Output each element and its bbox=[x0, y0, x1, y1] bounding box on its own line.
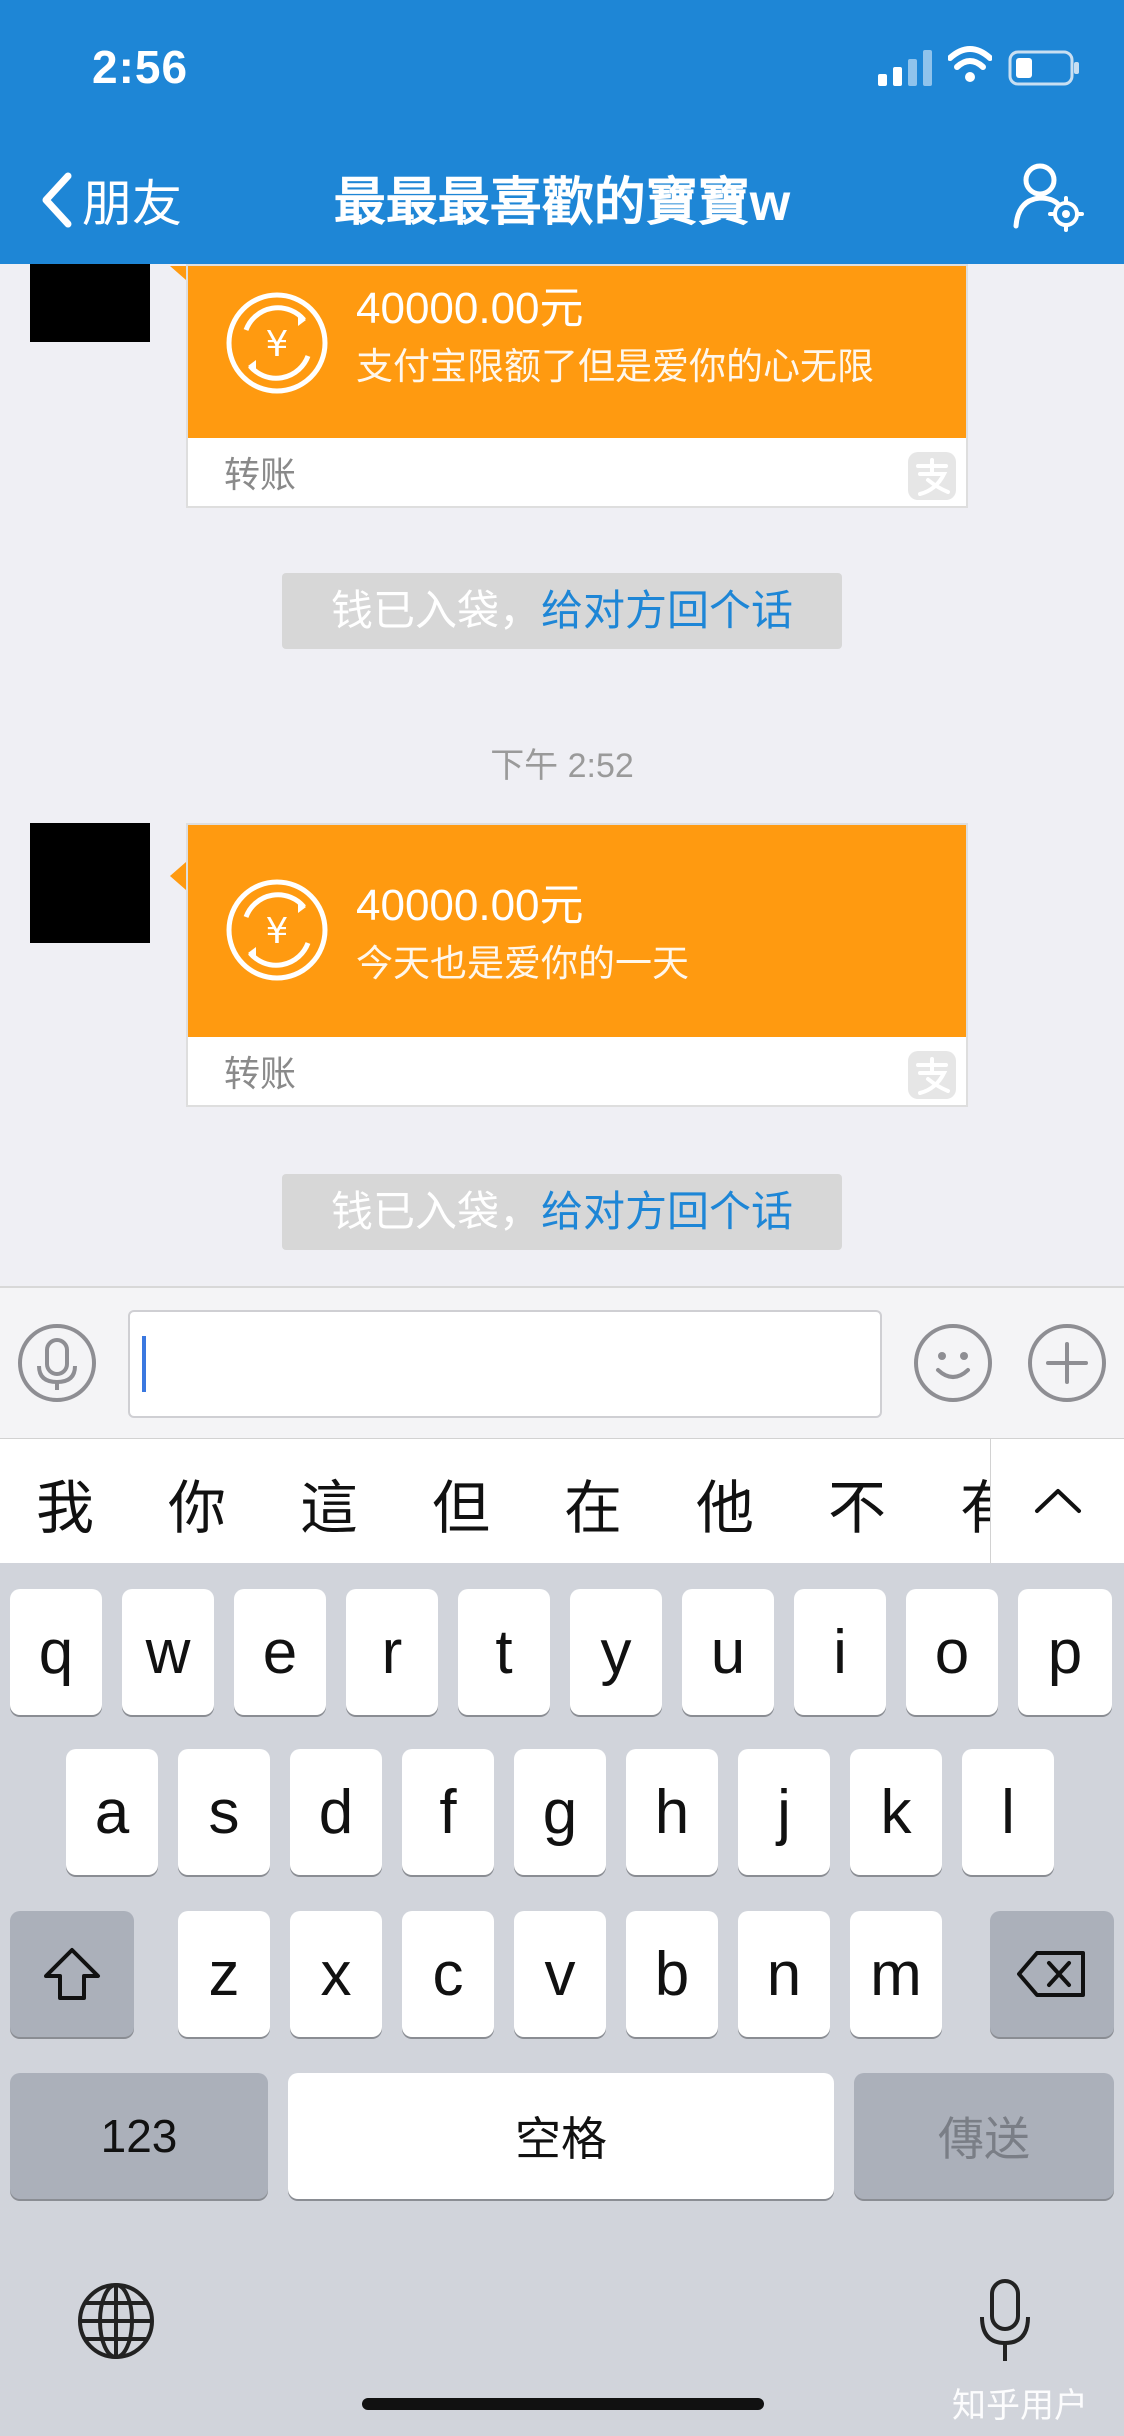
keyboard: q w e r t y u i o p a s d f g h j k l z … bbox=[0, 1563, 1124, 2436]
candidate-word[interactable]: 我 bbox=[36, 1461, 94, 1545]
svg-text:¥: ¥ bbox=[266, 911, 289, 952]
message-input[interactable] bbox=[128, 1310, 882, 1418]
key-j[interactable]: j bbox=[738, 1749, 830, 1875]
candidate-word[interactable]: 你 bbox=[168, 1461, 226, 1545]
chevron-up-icon bbox=[1035, 1489, 1081, 1513]
key-e[interactable]: e bbox=[234, 1589, 326, 1715]
bubble-tail bbox=[170, 266, 186, 280]
transfer-coin-icon: ¥ bbox=[226, 879, 328, 981]
space-key[interactable]: 空格 bbox=[288, 2073, 834, 2199]
watermark: 知乎用户 bbox=[952, 2387, 1088, 2425]
send-key[interactable]: 傳送 bbox=[854, 2073, 1114, 2199]
alipay-logo-icon bbox=[908, 1051, 956, 1099]
transfer-label: 转账 bbox=[224, 454, 297, 495]
key-s[interactable]: s bbox=[178, 1749, 270, 1875]
key-w[interactable]: w bbox=[122, 1589, 214, 1715]
add-attachment-button[interactable] bbox=[1028, 1324, 1106, 1402]
key-a[interactable]: a bbox=[66, 1749, 158, 1875]
svg-text:¥: ¥ bbox=[266, 324, 289, 365]
reply-link[interactable]: 给对方回个话 bbox=[541, 587, 793, 634]
transfer-card-header: ¥ 40000.00元 支付宝限额了但是爱你的心无限 bbox=[188, 266, 966, 438]
key-k[interactable]: k bbox=[850, 1749, 942, 1875]
key-r[interactable]: r bbox=[346, 1589, 438, 1715]
backspace-icon bbox=[1017, 1951, 1085, 1997]
transfer-coin-icon: ¥ bbox=[226, 292, 328, 394]
key-b[interactable]: b bbox=[626, 1911, 718, 2037]
home-indicator[interactable] bbox=[362, 2398, 764, 2410]
key-i[interactable]: i bbox=[794, 1589, 886, 1715]
avatar[interactable] bbox=[30, 823, 150, 943]
system-message-text: 钱已入袋， bbox=[330, 1188, 541, 1235]
key-n[interactable]: n bbox=[738, 1911, 830, 2037]
transfer-message: 今天也是爱你的一天 bbox=[356, 943, 689, 984]
candidate-word[interactable]: 他 bbox=[696, 1461, 754, 1545]
profile-settings-icon[interactable] bbox=[1012, 160, 1084, 232]
transfer-amount: 40000.00元 bbox=[356, 284, 584, 333]
key-h[interactable]: h bbox=[626, 1749, 718, 1875]
numbers-key[interactable]: 123 bbox=[10, 2073, 268, 2199]
expand-candidates-button[interactable] bbox=[990, 1439, 1124, 1563]
key-p[interactable]: p bbox=[1018, 1589, 1112, 1715]
transfer-card-header: ¥ 40000.00元 今天也是爱你的一天 bbox=[188, 825, 966, 1037]
key-c[interactable]: c bbox=[402, 1911, 494, 2037]
navigation-header: 2:56 朋友 最最最喜歡的寶寶w bbox=[0, 0, 1124, 264]
alipay-logo-icon bbox=[908, 452, 956, 500]
avatar[interactable] bbox=[30, 264, 150, 342]
key-d[interactable]: d bbox=[290, 1749, 382, 1875]
text-caret bbox=[142, 1336, 146, 1392]
transfer-amount: 40000.00元 bbox=[356, 881, 584, 930]
key-u[interactable]: u bbox=[682, 1589, 774, 1715]
voice-button[interactable] bbox=[18, 1324, 96, 1402]
input-bar bbox=[0, 1286, 1124, 1440]
dictation-microphone-icon[interactable] bbox=[978, 2277, 1032, 2367]
status-time: 2:56 bbox=[92, 41, 189, 93]
transfer-label: 转账 bbox=[224, 1053, 297, 1094]
bubble-tail bbox=[170, 862, 186, 890]
battery-icon bbox=[1008, 50, 1079, 86]
plus-icon bbox=[1046, 1342, 1088, 1384]
key-m[interactable]: m bbox=[850, 1911, 942, 2037]
system-message-text: 钱已入袋， bbox=[330, 587, 541, 634]
key-t[interactable]: t bbox=[458, 1589, 550, 1715]
page-title: 最最最喜歡的寶寶w bbox=[333, 174, 791, 232]
globe-icon[interactable] bbox=[76, 2281, 156, 2361]
microphone-icon bbox=[37, 1338, 77, 1390]
key-x[interactable]: x bbox=[290, 1911, 382, 2037]
transfer-card[interactable]: ¥ 40000.00元 支付宝限额了但是爱你的心无限 转账 bbox=[186, 264, 968, 508]
shift-arrow-icon bbox=[44, 1948, 100, 2000]
candidate-word[interactable]: 在 bbox=[564, 1461, 622, 1545]
candidate-word[interactable]: 這 bbox=[300, 1461, 358, 1545]
message-timestamp: 下午 2:52 bbox=[490, 747, 634, 785]
system-message: 钱已入袋，给对方回个话 bbox=[282, 1174, 842, 1250]
smiley-icon bbox=[936, 1352, 970, 1379]
wifi-icon bbox=[948, 46, 992, 82]
emoji-button[interactable] bbox=[914, 1324, 992, 1402]
transfer-message: 支付宝限额了但是爱你的心无限 bbox=[356, 346, 874, 387]
key-o[interactable]: o bbox=[906, 1589, 998, 1715]
key-y[interactable]: y bbox=[570, 1589, 662, 1715]
key-f[interactable]: f bbox=[402, 1749, 494, 1875]
candidate-word[interactable]: 但 bbox=[432, 1461, 490, 1545]
reply-link[interactable]: 给对方回个话 bbox=[541, 1188, 793, 1235]
key-q[interactable]: q bbox=[10, 1589, 102, 1715]
system-message: 钱已入袋，给对方回个话 bbox=[282, 573, 842, 649]
cellular-signal-icon bbox=[878, 50, 932, 86]
candidate-word[interactable]: 不 bbox=[828, 1461, 886, 1545]
shift-key[interactable] bbox=[10, 1911, 134, 2037]
key-v[interactable]: v bbox=[514, 1911, 606, 2037]
key-g[interactable]: g bbox=[514, 1749, 606, 1875]
delete-key[interactable] bbox=[990, 1911, 1114, 2037]
key-l[interactable]: l bbox=[962, 1749, 1054, 1875]
candidate-bar: 我 你 這 但 在 他 不 有 bbox=[0, 1438, 1124, 1564]
transfer-card[interactable]: ¥ 40000.00元 今天也是爱你的一天 转账 bbox=[186, 823, 968, 1107]
key-z[interactable]: z bbox=[178, 1911, 270, 2037]
